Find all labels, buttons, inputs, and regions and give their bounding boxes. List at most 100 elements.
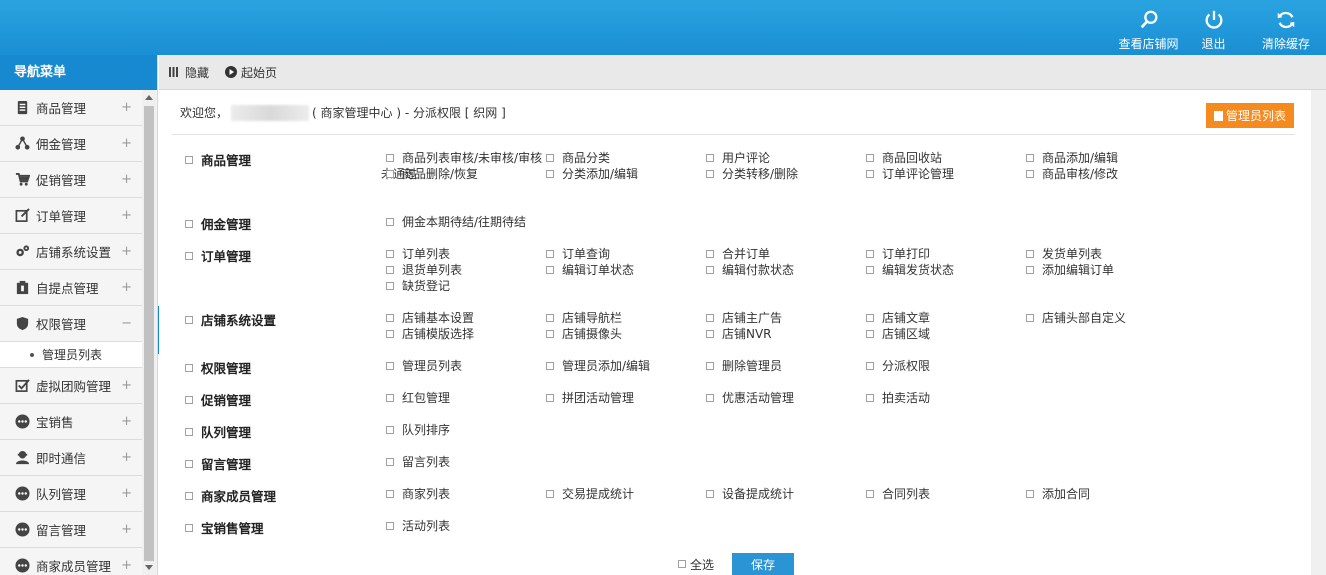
sidebar-item-message[interactable]: 留言管理 + — [0, 512, 142, 548]
checkbox[interactable] — [1026, 154, 1034, 162]
group-checkbox[interactable]: 商品管理 — [185, 150, 251, 169]
permission-checkbox[interactable]: 队列排序 — [386, 422, 546, 438]
permission-checkbox[interactable]: 分类转移/删除 — [706, 166, 866, 182]
permission-checkbox[interactable]: 交易提成统计 — [546, 486, 706, 502]
checkbox[interactable] — [386, 218, 394, 226]
sidebar-item-shop-settings[interactable]: 店铺系统设置 + — [0, 234, 142, 270]
checkbox[interactable] — [1026, 266, 1034, 274]
checkbox[interactable] — [1026, 170, 1034, 178]
permission-checkbox[interactable]: 订单列表 — [386, 246, 546, 262]
permission-checkbox[interactable]: 商品添加/编辑 — [1026, 150, 1186, 166]
permission-checkbox[interactable]: 优惠活动管理 — [706, 390, 866, 406]
view-shop-button[interactable]: 查看店铺网 — [1116, 0, 1181, 55]
checkbox[interactable] — [866, 362, 874, 370]
permission-checkbox[interactable]: 红包管理 — [386, 390, 546, 406]
sidebar-item-virtual-group[interactable]: 虚拟团购管理 + — [0, 368, 142, 404]
group-checkbox[interactable]: 权限管理 — [185, 358, 251, 377]
checkbox[interactable] — [185, 427, 193, 436]
checkbox[interactable] — [185, 491, 193, 500]
permission-checkbox[interactable]: 店铺基本设置 — [386, 310, 546, 326]
checkbox[interactable] — [1026, 250, 1034, 258]
permission-checkbox[interactable]: 删除管理员 — [706, 358, 866, 374]
checkbox[interactable] — [386, 170, 394, 178]
permission-checkbox[interactable]: 分类添加/编辑 — [546, 166, 706, 182]
checkbox[interactable] — [866, 170, 874, 178]
sidebar-scrollbar[interactable] — [142, 90, 156, 575]
sidebar-item-permission[interactable]: 权限管理 − — [0, 306, 142, 342]
checkbox[interactable] — [546, 154, 554, 162]
group-checkbox[interactable]: 订单管理 — [185, 246, 251, 265]
permission-checkbox[interactable]: 添加合同 — [1026, 486, 1186, 502]
permission-checkbox[interactable]: 合同列表 — [866, 486, 1026, 502]
permission-checkbox[interactable]: 商品回收站 — [866, 150, 1026, 166]
sidebar-item-product[interactable]: 商品管理 + — [0, 90, 142, 126]
group-checkbox[interactable]: 促销管理 — [185, 390, 251, 409]
permission-checkbox[interactable]: 发货单列表 — [1026, 246, 1186, 262]
checkbox[interactable] — [678, 560, 686, 568]
group-checkbox[interactable]: 宝销售管理 — [185, 518, 264, 537]
permission-checkbox[interactable]: 合并订单 — [706, 246, 866, 262]
sidebar-scroll-thumb[interactable] — [144, 106, 154, 561]
permission-checkbox[interactable]: 店铺NVR — [706, 326, 866, 342]
checkbox[interactable] — [546, 266, 554, 274]
permission-checkbox[interactable]: 订单评论管理 — [866, 166, 1026, 182]
logout-button[interactable]: 退出 — [1181, 0, 1246, 55]
clear-cache-button[interactable]: 清除缓存 — [1246, 0, 1326, 55]
permission-checkbox[interactable]: 店铺文章 — [866, 310, 1026, 326]
group-checkbox[interactable]: 留言管理 — [185, 454, 251, 473]
checkbox[interactable] — [185, 155, 193, 164]
permission-checkbox[interactable]: 设备提成统计 — [706, 486, 866, 502]
sidebar-item-pickup[interactable]: 自提点管理 + — [0, 270, 142, 306]
main-scrollbar[interactable] — [1311, 90, 1326, 575]
permission-checkbox[interactable]: 管理员列表 — [386, 358, 546, 374]
permission-checkbox[interactable]: 编辑发货状态 — [866, 262, 1026, 278]
permission-checkbox[interactable]: 商家列表 — [386, 486, 546, 502]
checkbox[interactable] — [386, 153, 394, 162]
checkbox[interactable] — [866, 154, 874, 162]
scroll-up-icon[interactable] — [145, 95, 153, 100]
permission-checkbox[interactable]: 商品删除/恢复 — [386, 166, 546, 182]
checkbox[interactable] — [706, 330, 714, 338]
checkbox[interactable] — [185, 219, 193, 228]
permission-checkbox[interactable]: 添加编辑订单 — [1026, 262, 1186, 278]
permission-checkbox[interactable]: 缺货登记 — [386, 278, 546, 294]
permission-checkbox[interactable]: 商品分类 — [546, 150, 706, 166]
save-button[interactable]: 保存 — [732, 553, 795, 575]
checkbox[interactable] — [185, 363, 193, 372]
permission-checkbox[interactable]: 店铺摄像头 — [546, 326, 706, 342]
scroll-down-icon[interactable] — [145, 565, 153, 570]
permission-checkbox[interactable]: 退货单列表 — [386, 262, 546, 278]
group-checkbox[interactable]: 店铺系统设置 — [185, 310, 276, 329]
permission-checkbox[interactable]: 编辑订单状态 — [546, 262, 706, 278]
permission-checkbox[interactable]: 店铺主广告 — [706, 310, 866, 326]
sidebar-item-promotion[interactable]: 促销管理 + — [0, 162, 142, 198]
group-checkbox[interactable]: 队列管理 — [185, 422, 251, 441]
checkbox[interactable] — [706, 314, 714, 322]
checkbox[interactable] — [866, 266, 874, 274]
permission-checkbox[interactable]: 订单打印 — [866, 246, 1026, 262]
checkbox[interactable] — [706, 266, 714, 274]
permission-checkbox[interactable]: 拍卖活动 — [866, 390, 1026, 406]
checkbox[interactable] — [386, 314, 394, 322]
checkbox[interactable] — [706, 154, 714, 162]
permission-checkbox[interactable]: 店铺区域 — [866, 326, 1026, 342]
home-page-button[interactable]: 起始页 — [225, 64, 277, 81]
checkbox[interactable] — [185, 395, 193, 404]
permission-checkbox[interactable]: 编辑付款状态 — [706, 262, 866, 278]
permission-checkbox[interactable]: 佣金本期待结/往期待结 — [386, 214, 546, 230]
select-all-checkbox[interactable]: 全选 — [678, 556, 714, 573]
checkbox[interactable] — [386, 394, 394, 402]
checkbox[interactable] — [866, 250, 874, 258]
checkbox[interactable] — [185, 251, 193, 260]
permission-checkbox[interactable]: 管理员添加/编辑 — [546, 358, 706, 374]
permission-checkbox[interactable]: 拼团活动管理 — [546, 390, 706, 406]
permission-checkbox[interactable]: 商品审核/修改 — [1026, 166, 1186, 182]
checkbox[interactable] — [546, 314, 554, 322]
sidebar-item-merchant-members[interactable]: 商家成员管理 + — [0, 548, 142, 575]
permission-checkbox[interactable]: 用户评论 — [706, 150, 866, 166]
checkbox[interactable] — [1026, 314, 1034, 322]
checkbox[interactable] — [866, 314, 874, 322]
checkbox[interactable] — [706, 490, 714, 498]
permission-checkbox[interactable]: 留言列表 — [386, 454, 546, 470]
main-scroll-thumb[interactable] — [1313, 94, 1324, 571]
